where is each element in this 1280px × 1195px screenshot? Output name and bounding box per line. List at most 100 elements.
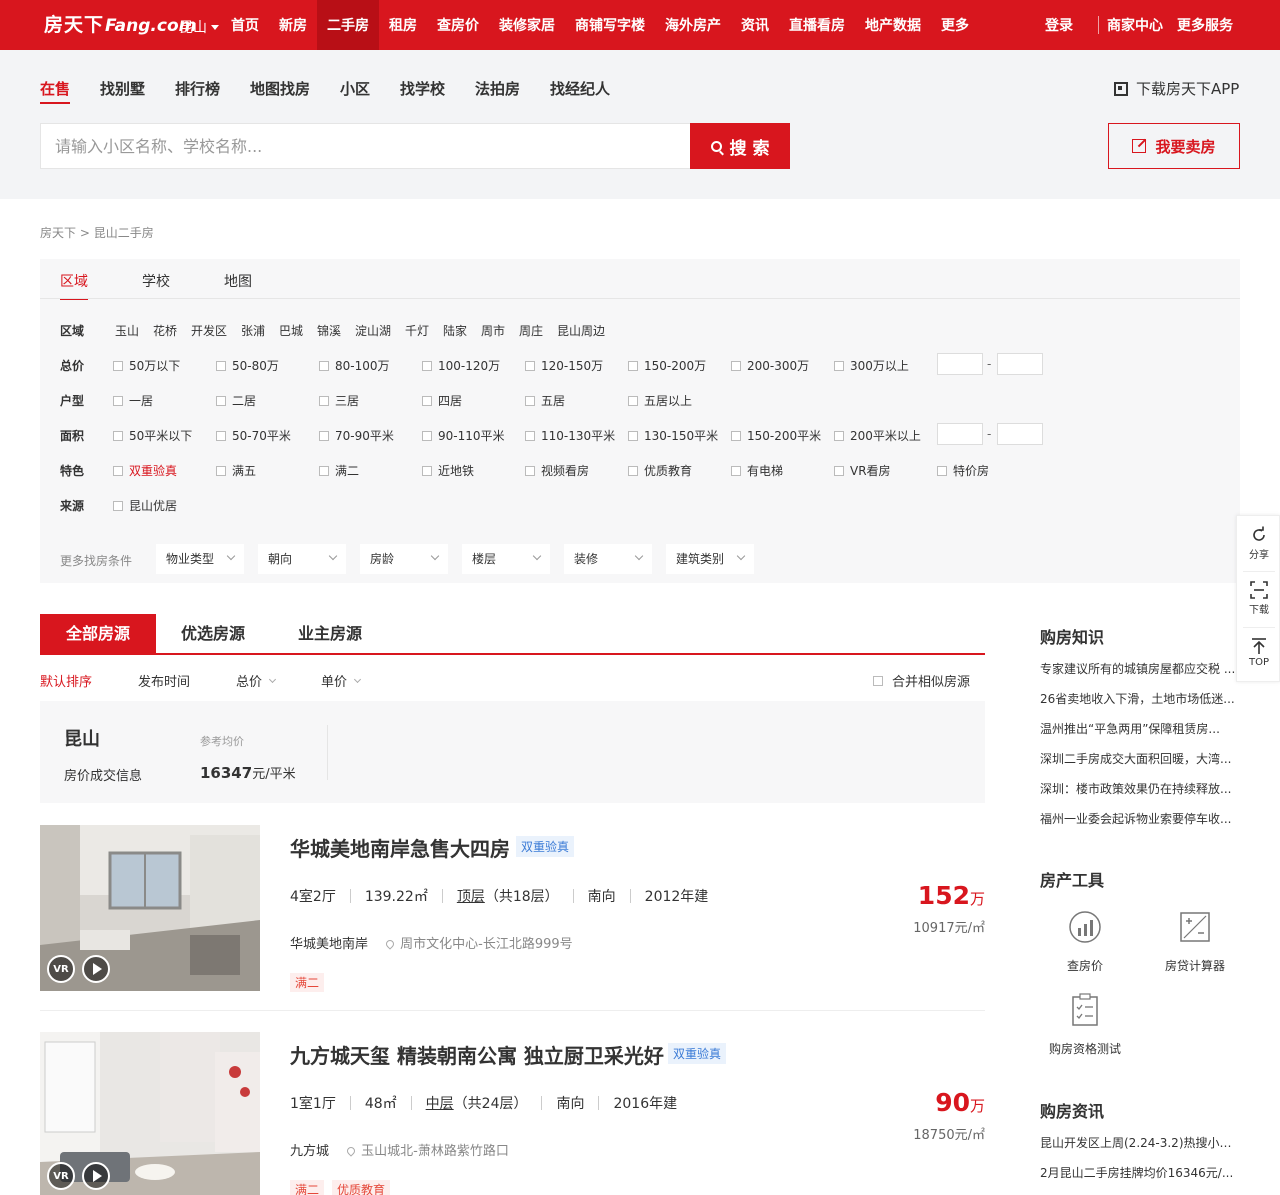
tool-mortgage-calculator[interactable]: 房贷计算器 xyxy=(1150,910,1240,974)
price-min-input[interactable] xyxy=(937,353,983,375)
area-option[interactable]: 锦溪 xyxy=(317,322,341,339)
nav-news[interactable]: 资讯 xyxy=(741,0,769,50)
checkbox[interactable] xyxy=(731,465,741,476)
news-link[interactable]: 昆山开发区上周(2.24-3.2)热搜小区... xyxy=(1040,1134,1236,1151)
tab-school[interactable]: 找学校 xyxy=(400,78,445,99)
area-option[interactable]: 玉山 xyxy=(115,322,139,339)
area-option[interactable]: 陆家 xyxy=(443,322,467,339)
nav-live[interactable]: 直播看房 xyxy=(789,0,845,50)
feature-option[interactable]: 特价房 xyxy=(937,462,989,479)
price-option[interactable]: 150-200万 xyxy=(628,357,706,374)
checkbox[interactable] xyxy=(216,395,226,406)
size-option[interactable]: 200平米以上 xyxy=(834,427,921,444)
city-selector[interactable]: 昆山 xyxy=(179,17,219,37)
price-option[interactable]: 50万以下 xyxy=(113,357,180,374)
vr-badge[interactable]: VR xyxy=(47,955,75,983)
tab-all-listings[interactable]: 全部房源 xyxy=(40,614,156,654)
play-video-icon[interactable] xyxy=(82,955,110,983)
knowledge-link[interactable]: 深圳：楼市政策效果仍在持续释放... xyxy=(1040,780,1236,797)
nav-second-hand[interactable]: 二手房 xyxy=(317,0,379,50)
checkbox[interactable] xyxy=(422,360,432,371)
checkbox[interactable] xyxy=(628,395,638,406)
checkbox[interactable] xyxy=(422,395,432,406)
layout-option[interactable]: 二居 xyxy=(216,392,256,409)
price-max-input[interactable] xyxy=(997,353,1043,375)
more-services-link[interactable]: 更多服务 xyxy=(1177,0,1233,50)
app-download-link[interactable]: 下载房天下APP xyxy=(1114,78,1239,99)
area-option[interactable]: 周庄 xyxy=(519,322,543,339)
tab-auction[interactable]: 法拍房 xyxy=(475,78,520,99)
tab-selected-listings[interactable]: 优选房源 xyxy=(181,614,245,654)
tool-price-check[interactable]: 查房价 xyxy=(1040,910,1130,974)
price-option[interactable]: 50-80万 xyxy=(216,357,279,374)
knowledge-link[interactable]: 福州一业委会起诉物业索要停车收... xyxy=(1040,810,1236,827)
layout-option[interactable]: 三居 xyxy=(319,392,359,409)
layout-option[interactable]: 一居 xyxy=(113,392,153,409)
nav-home[interactable]: 首页 xyxy=(231,0,259,50)
checkbox[interactable] xyxy=(834,360,844,371)
sort-publish-time[interactable]: 发布时间 xyxy=(138,671,190,690)
share-button[interactable]: 分享 xyxy=(1237,526,1280,561)
news-link[interactable]: 2月昆山二手房挂牌均价16346元/... xyxy=(1040,1164,1236,1181)
checkbox[interactable] xyxy=(216,430,226,441)
checkbox[interactable] xyxy=(731,360,741,371)
checkbox[interactable] xyxy=(525,395,535,406)
fang-logo[interactable]: 房天下 Fang.com xyxy=(44,10,196,40)
checkbox[interactable] xyxy=(216,465,226,476)
checkbox[interactable] xyxy=(319,360,329,371)
size-option[interactable]: 150-200平米 xyxy=(731,427,821,444)
checkbox[interactable] xyxy=(628,360,638,371)
attr-floor[interactable]: 顶层 xyxy=(457,889,485,905)
checkbox[interactable] xyxy=(113,360,123,371)
knowledge-link[interactable]: 26省卖地收入下滑，土地市场低迷... xyxy=(1040,690,1236,707)
checkbox[interactable] xyxy=(525,360,535,371)
tool-eligibility-test[interactable]: 购房资格测试 xyxy=(1040,993,1130,1057)
area-option[interactable]: 巴城 xyxy=(279,322,303,339)
price-option[interactable]: 100-120万 xyxy=(422,357,500,374)
feature-option[interactable]: VR看房 xyxy=(834,462,891,479)
tab-owner-listings[interactable]: 业主房源 xyxy=(298,614,362,654)
dropdown-building-type[interactable]: 建筑类别 xyxy=(666,544,754,574)
checkbox[interactable] xyxy=(628,430,638,441)
sort-default[interactable]: 默认排序 xyxy=(40,671,92,690)
size-option[interactable]: 90-110平米 xyxy=(422,427,505,444)
nav-commercial[interactable]: 商铺写字楼 xyxy=(575,0,645,50)
checkbox[interactable] xyxy=(525,465,535,476)
area-option[interactable]: 张浦 xyxy=(241,322,265,339)
price-option[interactable]: 300万以上 xyxy=(834,357,909,374)
nav-rent[interactable]: 租房 xyxy=(389,0,417,50)
size-option[interactable]: 70-90平米 xyxy=(319,427,394,444)
checkbox[interactable] xyxy=(873,675,883,686)
dropdown-floor[interactable]: 楼层 xyxy=(462,544,550,574)
sort-total-price[interactable]: 总价 xyxy=(236,671,277,690)
checkbox[interactable] xyxy=(113,500,123,511)
area-option[interactable]: 花桥 xyxy=(153,322,177,339)
area-option[interactable]: 昆山周边 xyxy=(557,322,605,339)
knowledge-link[interactable]: 专家建议所有的城镇房屋都应交税 ... xyxy=(1040,660,1236,677)
filter-tab-map[interactable]: 地图 xyxy=(224,271,252,291)
dropdown-orientation[interactable]: 朝向 xyxy=(258,544,346,574)
knowledge-link[interactable]: 温州推出“平急两用”保障租赁房... xyxy=(1040,720,1236,737)
layout-option[interactable]: 五居 xyxy=(525,392,565,409)
layout-option[interactable]: 五居以上 xyxy=(628,392,692,409)
dropdown-property-type[interactable]: 物业类型 xyxy=(156,544,244,574)
checkbox[interactable] xyxy=(628,465,638,476)
play-video-icon[interactable] xyxy=(82,1162,110,1190)
checkbox[interactable] xyxy=(834,430,844,441)
size-option[interactable]: 50平米以下 xyxy=(113,427,192,444)
checkbox[interactable] xyxy=(319,430,329,441)
community-link[interactable]: 九方城 xyxy=(290,1144,329,1159)
listing-photo[interactable]: VR xyxy=(40,825,260,991)
size-option[interactable]: 50-70平米 xyxy=(216,427,291,444)
back-to-top-button[interactable]: TOP xyxy=(1237,637,1280,668)
checkbox[interactable] xyxy=(525,430,535,441)
price-option[interactable]: 80-100万 xyxy=(319,357,390,374)
feature-option[interactable]: 优质教育 xyxy=(628,462,692,479)
tab-community[interactable]: 小区 xyxy=(340,78,370,99)
search-input[interactable]: 请输入小区名称、学校名称... xyxy=(40,123,690,169)
size-option[interactable]: 110-130平米 xyxy=(525,427,615,444)
attr-floor[interactable]: 中层 xyxy=(426,1096,454,1112)
checkbox[interactable] xyxy=(731,430,741,441)
merchant-center-link[interactable]: 商家中心 xyxy=(1107,0,1163,50)
tab-villa[interactable]: 找别墅 xyxy=(100,78,145,99)
